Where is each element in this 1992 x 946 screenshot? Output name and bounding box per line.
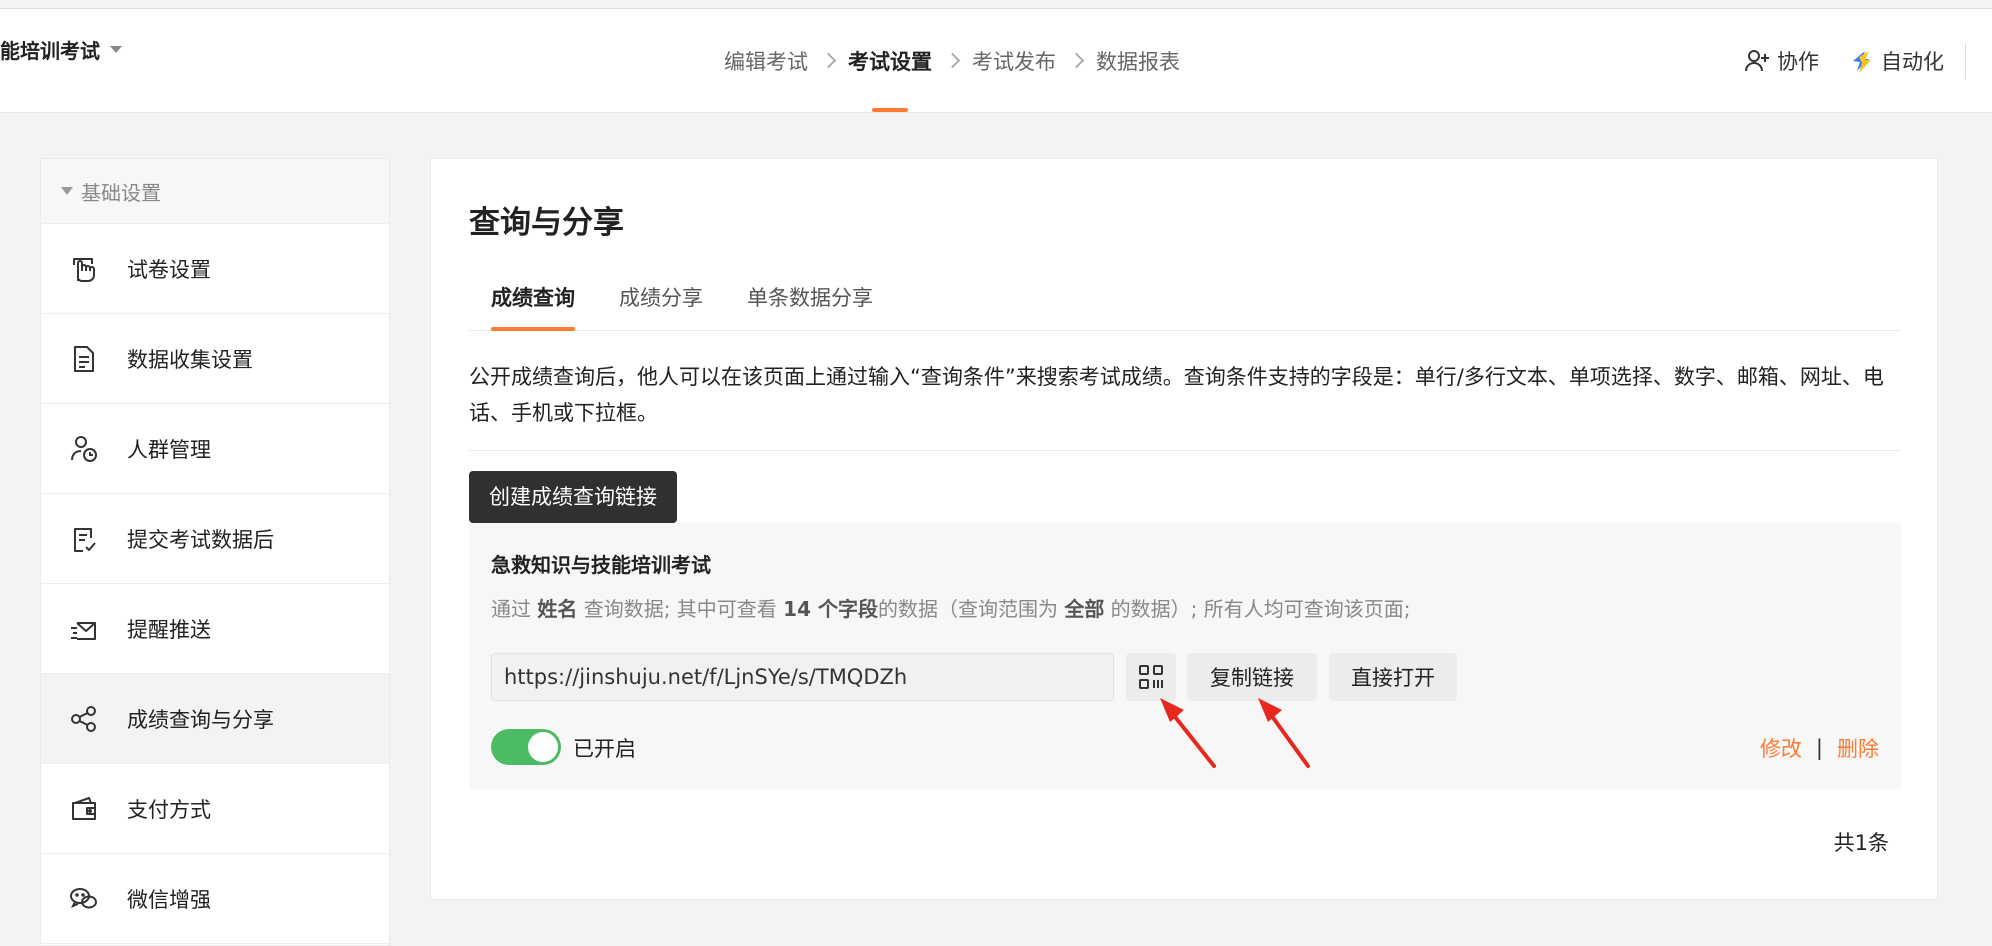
sidebar-item-label: 成绩查询与分享 [127, 707, 274, 732]
wechat-icon [70, 887, 97, 908]
top-actions: 协作 自动化 [1743, 9, 1944, 112]
automation-label: 自动化 [1881, 49, 1944, 74]
divider [469, 450, 1901, 451]
share-icon [71, 705, 96, 732]
tab-bar: 成绩查询 成绩分享 单条数据分享 [469, 264, 1901, 331]
caret-down-icon [61, 187, 73, 195]
entry-title: 急救知识与技能培训考试 [491, 553, 711, 577]
settings-sidebar: 基础设置 试卷设置 数据收集设置 人群管理 提交考试数据后 提醒推送 成绩查询与… [40, 158, 390, 946]
sidebar-item-crowd-management[interactable]: 人群管理 [41, 404, 389, 494]
entry-operations: 修改 | 删除 [1760, 733, 1879, 763]
sidebar-item-reminder-push[interactable]: 提醒推送 [41, 584, 389, 674]
sidebar-section-label: 基础设置 [81, 180, 161, 205]
annotation-arrow-qr [1160, 698, 1216, 768]
envelope-send-icon [71, 621, 96, 640]
sidebar-item-label: 人群管理 [127, 437, 211, 462]
lightning-icon [1853, 50, 1871, 73]
sidebar-item-label: 微信增强 [127, 887, 211, 912]
top-bar: 能培训考试 编辑考试 考试设置 考试发布 数据报表 协作 自动化 [0, 9, 1992, 113]
sidebar-item-label: 提交考试数据后 [127, 527, 274, 552]
wallet-icon [72, 796, 96, 820]
sidebar-item-after-submit[interactable]: 提交考试数据后 [41, 494, 389, 584]
chevron-right-icon [1056, 9, 1096, 112]
tab-score-share[interactable]: 成绩分享 [597, 264, 725, 330]
step-nav: 编辑考试 考试设置 考试发布 数据报表 [724, 9, 1180, 112]
step-edit-exam[interactable]: 编辑考试 [724, 9, 808, 112]
query-url-field[interactable]: https://jinshuju.net/f/LjnSYe/s/TMQDZh [491, 653, 1114, 701]
caret-down-icon [110, 46, 122, 53]
page-title: 查询与分享 [469, 205, 624, 241]
document-icon [74, 345, 94, 372]
sidebar-item-payment[interactable]: 支付方式 [41, 764, 389, 854]
create-query-link-button[interactable]: 创建成绩查询链接 [469, 471, 677, 523]
top-border [0, 0, 1992, 9]
sidebar-item-label: 试卷设置 [127, 257, 211, 282]
total-count: 共1条 [1833, 831, 1889, 855]
entry-summary: 通过 姓名 查询数据; 其中可查看 14 个字段的数据（查询范围为 全部 的数据… [491, 597, 1411, 621]
user-clock-icon [71, 435, 97, 462]
chevron-right-icon [808, 9, 848, 112]
sidebar-item-label: 数据收集设置 [127, 347, 253, 372]
collab-label: 协作 [1777, 49, 1819, 74]
touch-hand-icon [73, 257, 95, 282]
sidebar-item-label: 提醒推送 [127, 617, 211, 642]
separator: | [1815, 736, 1823, 760]
sidebar-item-wechat[interactable]: 微信增强 [41, 854, 389, 944]
document-check-icon [74, 527, 96, 552]
annotation-arrow-copy [1258, 698, 1310, 768]
collab-button[interactable]: 协作 [1743, 46, 1819, 76]
tab-score-query[interactable]: 成绩查询 [469, 264, 597, 331]
sidebar-item-paper-settings[interactable]: 试卷设置 [41, 224, 389, 314]
step-exam-settings[interactable]: 考试设置 [848, 9, 932, 112]
toolbar-divider [1965, 43, 1966, 79]
delete-link[interactable]: 删除 [1837, 733, 1879, 763]
sidebar-item-data-collection[interactable]: 数据收集设置 [41, 314, 389, 404]
open-link-button[interactable]: 直接打开 [1329, 653, 1457, 701]
user-add-icon [1745, 49, 1769, 71]
qr-code-icon [1139, 665, 1163, 689]
tab-single-data-share[interactable]: 单条数据分享 [725, 264, 895, 330]
chevron-right-icon [932, 9, 972, 112]
enable-toggle[interactable] [491, 729, 561, 765]
sidebar-item-label: 支付方式 [127, 797, 211, 822]
toggle-status-label: 已开启 [573, 737, 636, 761]
edit-link[interactable]: 修改 [1760, 733, 1802, 763]
form-title: 能培训考试 [0, 39, 100, 63]
automation-button[interactable]: 自动化 [1849, 46, 1944, 76]
toggle-knob [528, 732, 558, 762]
step-exam-publish[interactable]: 考试发布 [972, 9, 1056, 112]
form-title-dropdown[interactable]: 能培训考试 [0, 35, 122, 64]
step-data-report[interactable]: 数据报表 [1096, 9, 1180, 112]
sidebar-section-basic[interactable]: 基础设置 [41, 159, 389, 224]
query-share-panel: 查询与分享 成绩查询 成绩分享 单条数据分享 公开成绩查询后，他人可以在该页面上… [430, 158, 1938, 900]
sidebar-item-score-query-share[interactable]: 成绩查询与分享 [41, 674, 389, 764]
query-description: 公开成绩查询后，他人可以在该页面上通过输入“查询条件”来搜索考试成绩。查询条件支… [469, 365, 1884, 425]
